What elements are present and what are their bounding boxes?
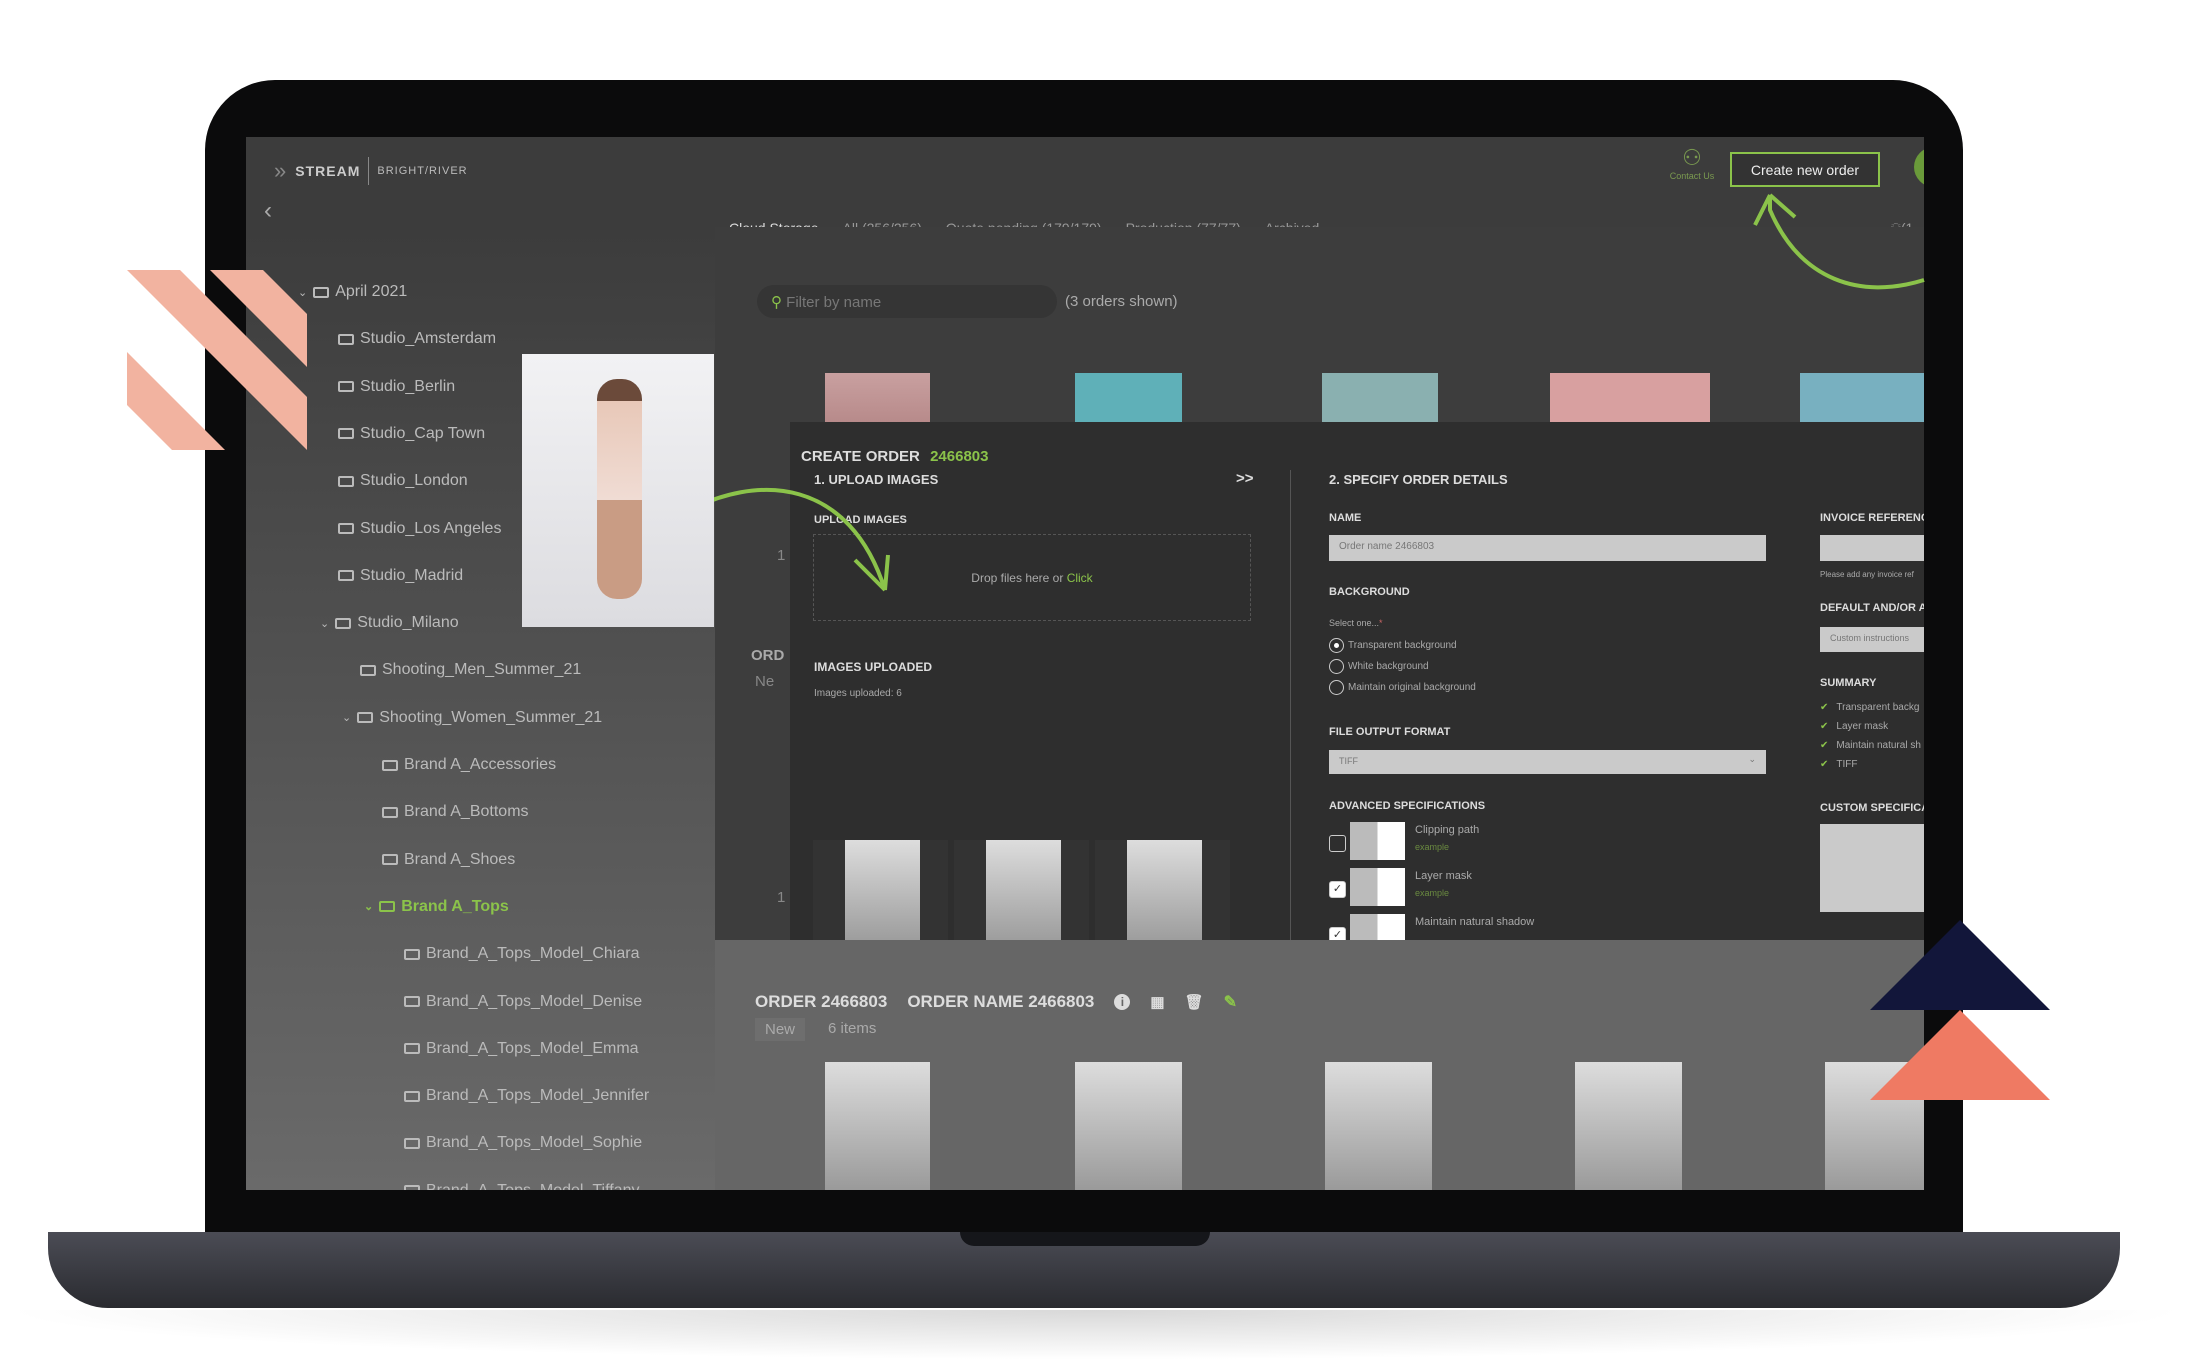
model-photo <box>522 354 714 627</box>
coral-triangle-decoration <box>1870 1010 2050 1100</box>
green-arrow-create <box>1753 193 1925 290</box>
decorations <box>127 193 2050 1100</box>
navy-triangle-decoration <box>1870 920 2050 1010</box>
pink-stripes-decoration <box>127 270 307 450</box>
